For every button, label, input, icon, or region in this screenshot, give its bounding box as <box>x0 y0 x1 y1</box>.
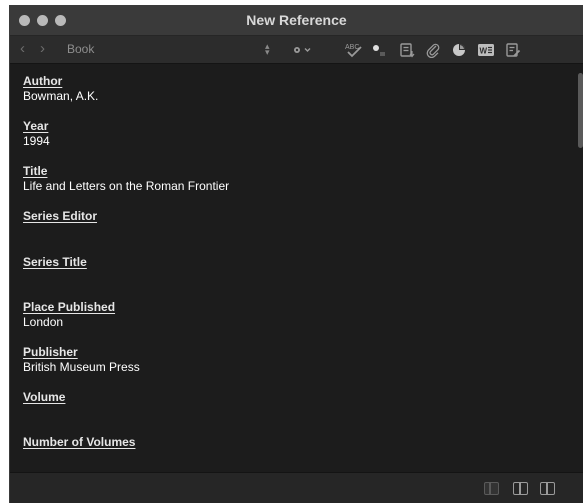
field-series-editor[interactable]: Series Editor <box>23 209 97 224</box>
field-label: Year <box>23 119 49 133</box>
field-year[interactable]: Year 1994 <box>23 119 50 149</box>
reference-fields-panel: Author Bowman, A.K. Year 1994 Title Life… <box>10 64 583 473</box>
layout-split-button[interactable] <box>513 482 528 495</box>
field-label: Publisher <box>23 345 78 359</box>
layout-single-icon <box>489 483 491 494</box>
edit-note-icon <box>506 42 521 57</box>
field-label: Title <box>23 164 48 178</box>
updown-chevron-icon[interactable]: ▴ ▾ <box>265 42 270 57</box>
pen-icon <box>373 44 385 56</box>
layout-right-button[interactable] <box>540 482 555 495</box>
forward-button[interactable]: › <box>40 41 45 56</box>
field-value[interactable]: Bowman, A.K. <box>23 89 98 104</box>
paperclip-icon <box>426 43 440 58</box>
field-place-published[interactable]: Place Published London <box>23 300 115 330</box>
settings-menu-button[interactable] <box>291 40 313 59</box>
field-title[interactable]: Title Life and Letters on the Roman Fron… <box>23 164 229 194</box>
field-value[interactable]: 1994 <box>23 134 50 149</box>
word-icon: W <box>478 43 494 56</box>
back-button[interactable]: ‹ <box>20 41 25 56</box>
field-label: Volume <box>23 390 66 404</box>
reference-type-select[interactable]: Book <box>67 42 94 56</box>
field-volume[interactable]: Volume <box>23 390 65 405</box>
reference-toolbar: ‹ › Book ▴ ▾ ABC W <box>10 36 583 64</box>
field-label: Author <box>23 74 63 88</box>
field-label: Place Published <box>23 300 116 314</box>
chart-button[interactable] <box>450 40 468 59</box>
field-series-title[interactable]: Series Title <box>23 255 87 270</box>
layout-right-icon <box>546 483 548 494</box>
field-author[interactable]: Author Bowman, A.K. <box>23 74 98 104</box>
vertical-scrollbar[interactable] <box>577 64 583 473</box>
chevron-right-icon: › <box>40 40 45 57</box>
field-value[interactable]: Life and Letters on the Roman Frontier <box>23 179 229 194</box>
reference-window: New Reference ‹ › Book ▴ ▾ ABC W Author … <box>9 5 583 503</box>
edit-note-button[interactable] <box>504 40 522 59</box>
layout-bar <box>10 472 583 503</box>
pen-button[interactable] <box>370 40 388 59</box>
field-publisher[interactable]: Publisher British Museum Press <box>23 345 140 375</box>
spellcheck-icon: ABC <box>345 44 362 58</box>
gear-icon <box>294 46 311 53</box>
field-label: Series Title <box>23 255 87 269</box>
field-value[interactable]: London <box>23 315 115 330</box>
word-button[interactable]: W <box>476 40 496 59</box>
svg-text:W: W <box>480 46 488 55</box>
layout-single-button[interactable] <box>484 482 499 495</box>
layout-split-icon <box>519 483 521 494</box>
scrollbar-thumb[interactable] <box>578 73 583 148</box>
field-number-of-volumes[interactable]: Number of Volumes <box>23 435 135 450</box>
insert-citation-button[interactable] <box>398 40 416 59</box>
field-label: Number of Volumes <box>23 435 136 449</box>
window-title: New Reference <box>246 12 347 28</box>
pie-chart-icon <box>453 43 465 56</box>
spellcheck-button[interactable]: ABC <box>344 40 364 59</box>
chevron-left-icon: ‹ <box>20 40 25 57</box>
attach-file-button[interactable] <box>424 40 442 59</box>
field-label: Series Editor <box>23 209 98 223</box>
insert-citation-icon <box>400 42 415 57</box>
field-value[interactable]: British Museum Press <box>23 360 140 375</box>
title-bar: New Reference <box>10 6 583 36</box>
